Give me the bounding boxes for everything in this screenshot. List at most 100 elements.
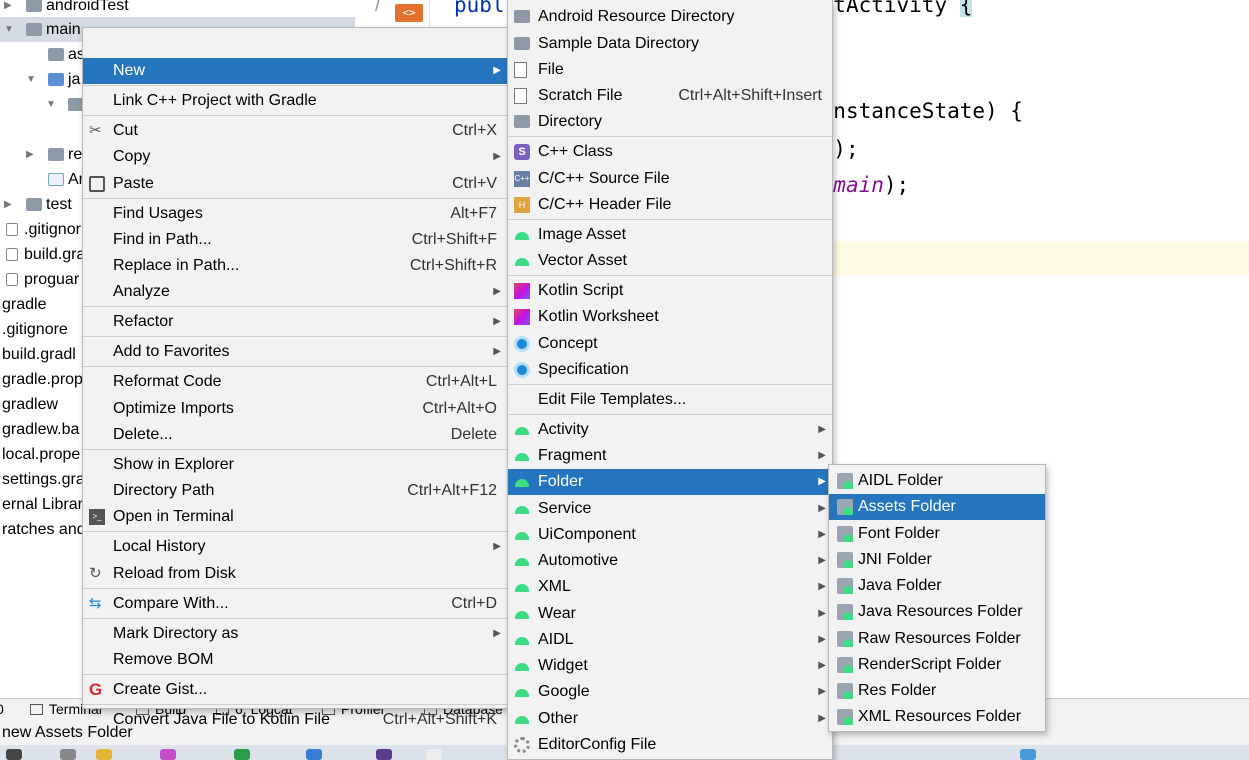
taskbar-icon[interactable] — [376, 749, 392, 760]
tree-item-label: local.prope — [2, 446, 81, 463]
new-item-specification[interactable]: Specification — [508, 357, 832, 383]
menu-item-compare-with[interactable]: ⇆ Compare With... Ctrl+D — [83, 591, 507, 617]
tree-item-label: gradlew — [2, 396, 59, 413]
new-item-vector-asset[interactable]: Vector Asset — [508, 248, 832, 274]
new-item-service[interactable]: Service ▶ — [508, 496, 832, 522]
expand-right-icon[interactable]: ▶ — [4, 192, 12, 217]
taskbar-icon[interactable] — [6, 749, 22, 760]
folder-item-java[interactable]: Java Folder — [829, 573, 1045, 599]
expand-down-icon[interactable]: ▼ — [26, 67, 36, 92]
new-item-uicomponent[interactable]: UiComponent ▶ — [508, 522, 832, 548]
expand-right-icon[interactable]: ▶ — [26, 142, 34, 167]
new-item-xml[interactable]: XML ▶ — [508, 574, 832, 600]
menu-item-copy[interactable]: Copy ▶ — [83, 144, 507, 170]
folder-item-raw-resources[interactable]: Raw Resources Folder — [829, 626, 1045, 652]
taskbar-icon[interactable] — [160, 749, 176, 760]
menu-item-refactor[interactable]: Refactor ▶ — [83, 309, 507, 335]
menu-item-analyze[interactable]: Analyze ▶ — [83, 279, 507, 305]
menu-separator — [508, 414, 832, 415]
menu-separator — [83, 85, 507, 86]
menu-item-show-in-explorer[interactable]: Show in Explorer — [83, 452, 507, 478]
menu-item-cut[interactable]: ✂ Cut Ctrl+X — [83, 118, 507, 144]
menu-item-label: JNI Folder — [858, 551, 932, 568]
menu-item-remove-bom[interactable]: Remove BOM — [83, 647, 507, 673]
taskbar-icon[interactable] — [96, 749, 112, 760]
menu-separator — [508, 275, 832, 276]
menu-item-label: Directory Path — [113, 482, 215, 499]
menu-item-new[interactable]: New ▶ — [83, 58, 507, 84]
menu-item-link-cpp[interactable]: Link C++ Project with Gradle — [83, 88, 507, 114]
new-item-kotlin-script[interactable]: Kotlin Script — [508, 278, 832, 304]
menu-item-local-history[interactable]: Local History ▶ — [83, 534, 507, 560]
tool-0[interactable]: 0 — [0, 701, 4, 717]
menu-item-directory-path[interactable]: Directory Path Ctrl+Alt+F12 — [83, 478, 507, 504]
submenu-arrow-icon: ▶ — [818, 476, 826, 487]
gear-icon — [514, 737, 530, 753]
new-item-widget[interactable]: Widget ▶ — [508, 653, 832, 679]
folder-item-assets[interactable]: Assets Folder — [829, 494, 1045, 520]
new-item-folder[interactable]: Folder ▶ — [508, 469, 832, 495]
context-menu: New ▶ Link C++ Project with Gradle ✂ Cut Ctrl… — [82, 27, 508, 728]
menu-item-paste[interactable]: Paste Ctrl+V — [83, 171, 507, 197]
tree-item-label: ratches and — [2, 521, 86, 538]
new-item-editorconfig-file[interactable]: EditorConfig File — [508, 732, 832, 758]
new-item-fragment[interactable]: Fragment ▶ — [508, 443, 832, 469]
menu-item-reload-from-disk[interactable]: ↻ Reload from Disk — [83, 561, 507, 587]
new-item-sample-data-directory[interactable]: Sample Data Directory — [508, 31, 832, 57]
folder-item-xml-resources[interactable]: XML Resources Folder — [829, 704, 1045, 730]
menu-item-add-to-favorites[interactable]: Add to Favorites ▶ — [83, 339, 507, 365]
menu-item-convert-java-to-kotlin[interactable]: Convert Java File to Kotlin File Ctrl+Alt… — [83, 707, 507, 733]
new-item-scratch-file[interactable]: Scratch File Ctrl+Alt+Shift+Insert — [508, 83, 832, 109]
expand-right-icon[interactable]: ▶ — [4, 0, 12, 18]
new-item-android-resource-directory[interactable]: Android Resource Directory — [508, 4, 832, 30]
new-item-file[interactable]: File — [508, 57, 832, 83]
menu-item-label: Reload from Disk — [113, 565, 236, 582]
menu-item-open-in-terminal[interactable]: >_ Open in Terminal — [83, 504, 507, 530]
android-icon — [514, 579, 530, 595]
new-item-cpp-header-file[interactable]: H C/C++ Header File — [508, 192, 832, 218]
menu-item-find-usages[interactable]: Find Usages Alt+F7 — [83, 201, 507, 227]
menu-item-create-gist[interactable]: G Create Gist... — [83, 677, 507, 703]
new-item-automotive[interactable]: Automotive ▶ — [508, 548, 832, 574]
folder-item-res[interactable]: Res Folder — [829, 678, 1045, 704]
menu-item-find-in-path[interactable]: Find in Path... Ctrl+Shift+F — [83, 227, 507, 253]
tree-item-label: androidTest — [46, 0, 129, 14]
new-item-directory[interactable]: Directory — [508, 109, 832, 135]
expand-down-icon[interactable]: ▼ — [4, 17, 14, 42]
folder-item-font[interactable]: Font Folder — [829, 521, 1045, 547]
new-item-google[interactable]: Google ▶ — [508, 679, 832, 705]
taskbar-icon[interactable] — [60, 749, 76, 760]
folder-item-renderscript[interactable]: RenderScript Folder — [829, 652, 1045, 678]
new-item-wear[interactable]: Wear ▶ — [508, 601, 832, 627]
menu-item-delete[interactable]: Delete... Delete — [83, 422, 507, 448]
new-item-aidl[interactable]: AIDL ▶ — [508, 627, 832, 653]
new-item-concept[interactable]: Concept — [508, 331, 832, 357]
menu-item-label: Android Resource Directory — [538, 8, 735, 25]
folder-icon — [26, 198, 42, 211]
new-item-activity[interactable]: Activity ▶ — [508, 417, 832, 443]
taskbar-icon[interactable] — [306, 749, 322, 760]
taskbar-icon[interactable] — [234, 749, 250, 760]
tree-item[interactable]: ▶ androidTest — [0, 0, 355, 18]
new-item-cpp-class[interactable]: S C++ Class — [508, 139, 832, 165]
menu-item-optimize-imports[interactable]: Optimize Imports Ctrl+Alt+O — [83, 396, 507, 422]
xml-file-icon[interactable]: <> — [395, 4, 423, 22]
new-item-edit-file-templates[interactable]: Edit File Templates... — [508, 387, 832, 413]
menu-item-reformat-code[interactable]: Reformat Code Ctrl+Alt+L — [83, 369, 507, 395]
new-item-other[interactable]: Other ▶ — [508, 706, 832, 732]
taskbar-icon[interactable] — [426, 749, 442, 760]
new-item-cpp-source-file[interactable]: C++ C/C++ Source File — [508, 166, 832, 192]
menu-item-label: Add to Favorites — [113, 343, 230, 360]
folder-item-jni[interactable]: JNI Folder — [829, 547, 1045, 573]
menu-item-mark-directory-as[interactable]: Mark Directory as ▶ — [83, 621, 507, 647]
folder-item-aidl[interactable]: AIDL Folder — [829, 468, 1045, 494]
menu-item-label: AIDL — [538, 631, 574, 648]
expand-down-icon[interactable]: ▼ — [46, 92, 56, 117]
file-icon — [514, 62, 527, 78]
folder-item-java-resources[interactable]: Java Resources Folder — [829, 599, 1045, 625]
tree-item-label: main — [46, 21, 81, 38]
taskbar-icon[interactable] — [1020, 749, 1036, 760]
new-item-image-asset[interactable]: Image Asset — [508, 222, 832, 248]
new-item-kotlin-worksheet[interactable]: Kotlin Worksheet — [508, 304, 832, 330]
menu-item-replace-in-path[interactable]: Replace in Path... Ctrl+Shift+R — [83, 253, 507, 279]
